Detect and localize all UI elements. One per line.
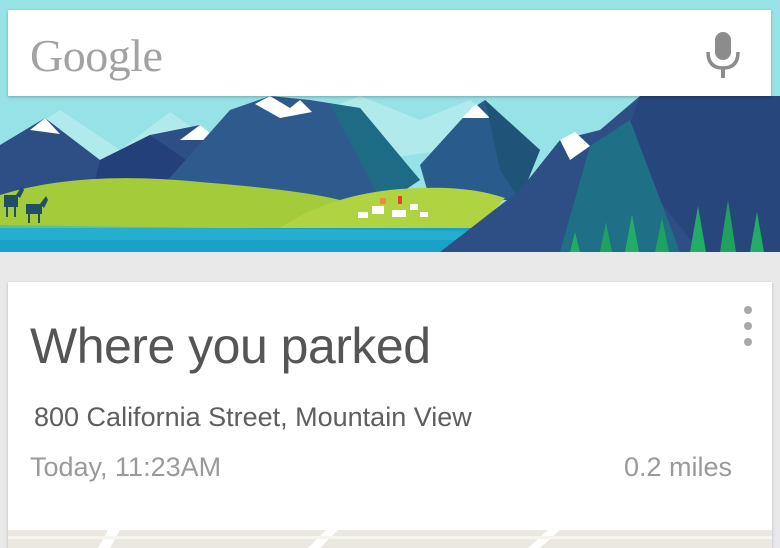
search-bar[interactable]: Google [8, 10, 771, 96]
more-vertical-icon[interactable] [736, 304, 760, 348]
card-title: Where you parked [30, 318, 431, 374]
parking-card[interactable]: Where you parked 800 California Street, … [8, 282, 772, 548]
microphone-icon[interactable] [698, 28, 748, 82]
parking-distance: 0.2 miles [623, 452, 732, 482]
parking-time: Today, 11:23AM [30, 452, 222, 482]
map-preview[interactable] [8, 530, 772, 548]
google-logo: Google [30, 30, 163, 81]
parking-address: 800 California Street, Mountain View [34, 402, 472, 432]
